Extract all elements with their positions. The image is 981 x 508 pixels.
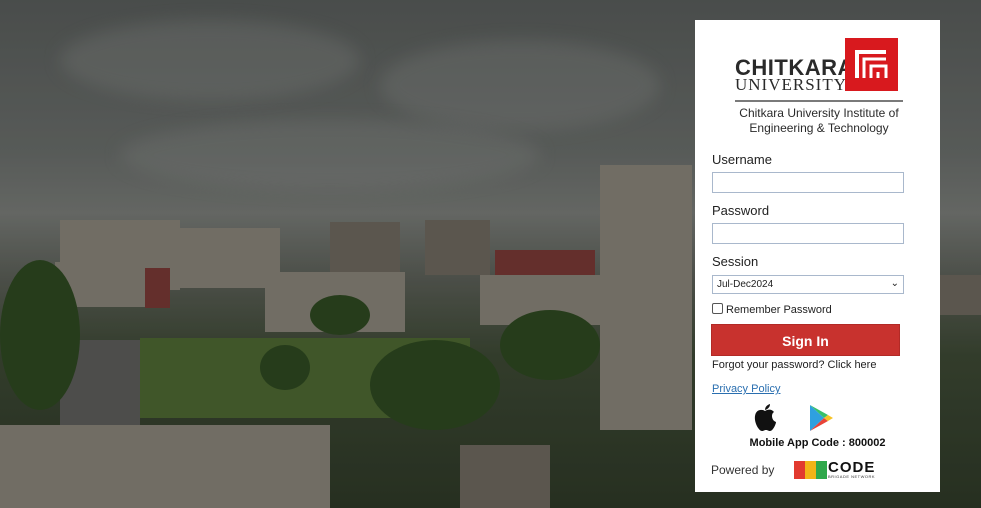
google-play-icon[interactable]: [807, 403, 835, 433]
code-brigade-logo: CODE BRIGADE NETWORK: [794, 459, 878, 480]
session-selected-value: Jul-Dec2024: [717, 279, 774, 290]
session-label: Session: [712, 254, 759, 269]
remember-label: Remember Password: [726, 304, 832, 316]
apple-icon[interactable]: [752, 403, 778, 433]
university-logo: CHITKARA UNIVERSITY Chitkara University …: [735, 38, 905, 138]
password-label: Password: [712, 203, 770, 218]
logo-name-line2: UNIVERSITY: [735, 75, 847, 94]
remember-checkbox[interactable]: [712, 303, 723, 314]
session-select[interactable]: Jul-Dec2024 ⌄: [712, 275, 904, 294]
mobile-app-code: Mobile App Code : 800002: [749, 437, 886, 449]
username-label: Username: [712, 152, 772, 167]
remember-password[interactable]: Remember Password: [712, 303, 832, 316]
logo-divider: [735, 100, 903, 102]
powered-by-label: Powered by: [711, 463, 775, 477]
sign-in-button[interactable]: Sign In: [711, 324, 900, 356]
login-card: CHITKARA UNIVERSITY Chitkara University …: [695, 20, 940, 492]
privacy-policy-link[interactable]: Privacy Policy: [712, 383, 780, 395]
institute-name: Chitkara University Institute of Enginee…: [739, 106, 899, 135]
password-input[interactable]: [712, 223, 904, 244]
username-input[interactable]: [712, 172, 904, 193]
logo-mark-icon: [845, 38, 898, 91]
forgot-password-link[interactable]: Forgot your password? Click here: [712, 359, 876, 371]
chevron-down-icon: ⌄: [890, 278, 899, 289]
vendor-subtitle: BRIGADE NETWORK: [828, 474, 876, 479]
